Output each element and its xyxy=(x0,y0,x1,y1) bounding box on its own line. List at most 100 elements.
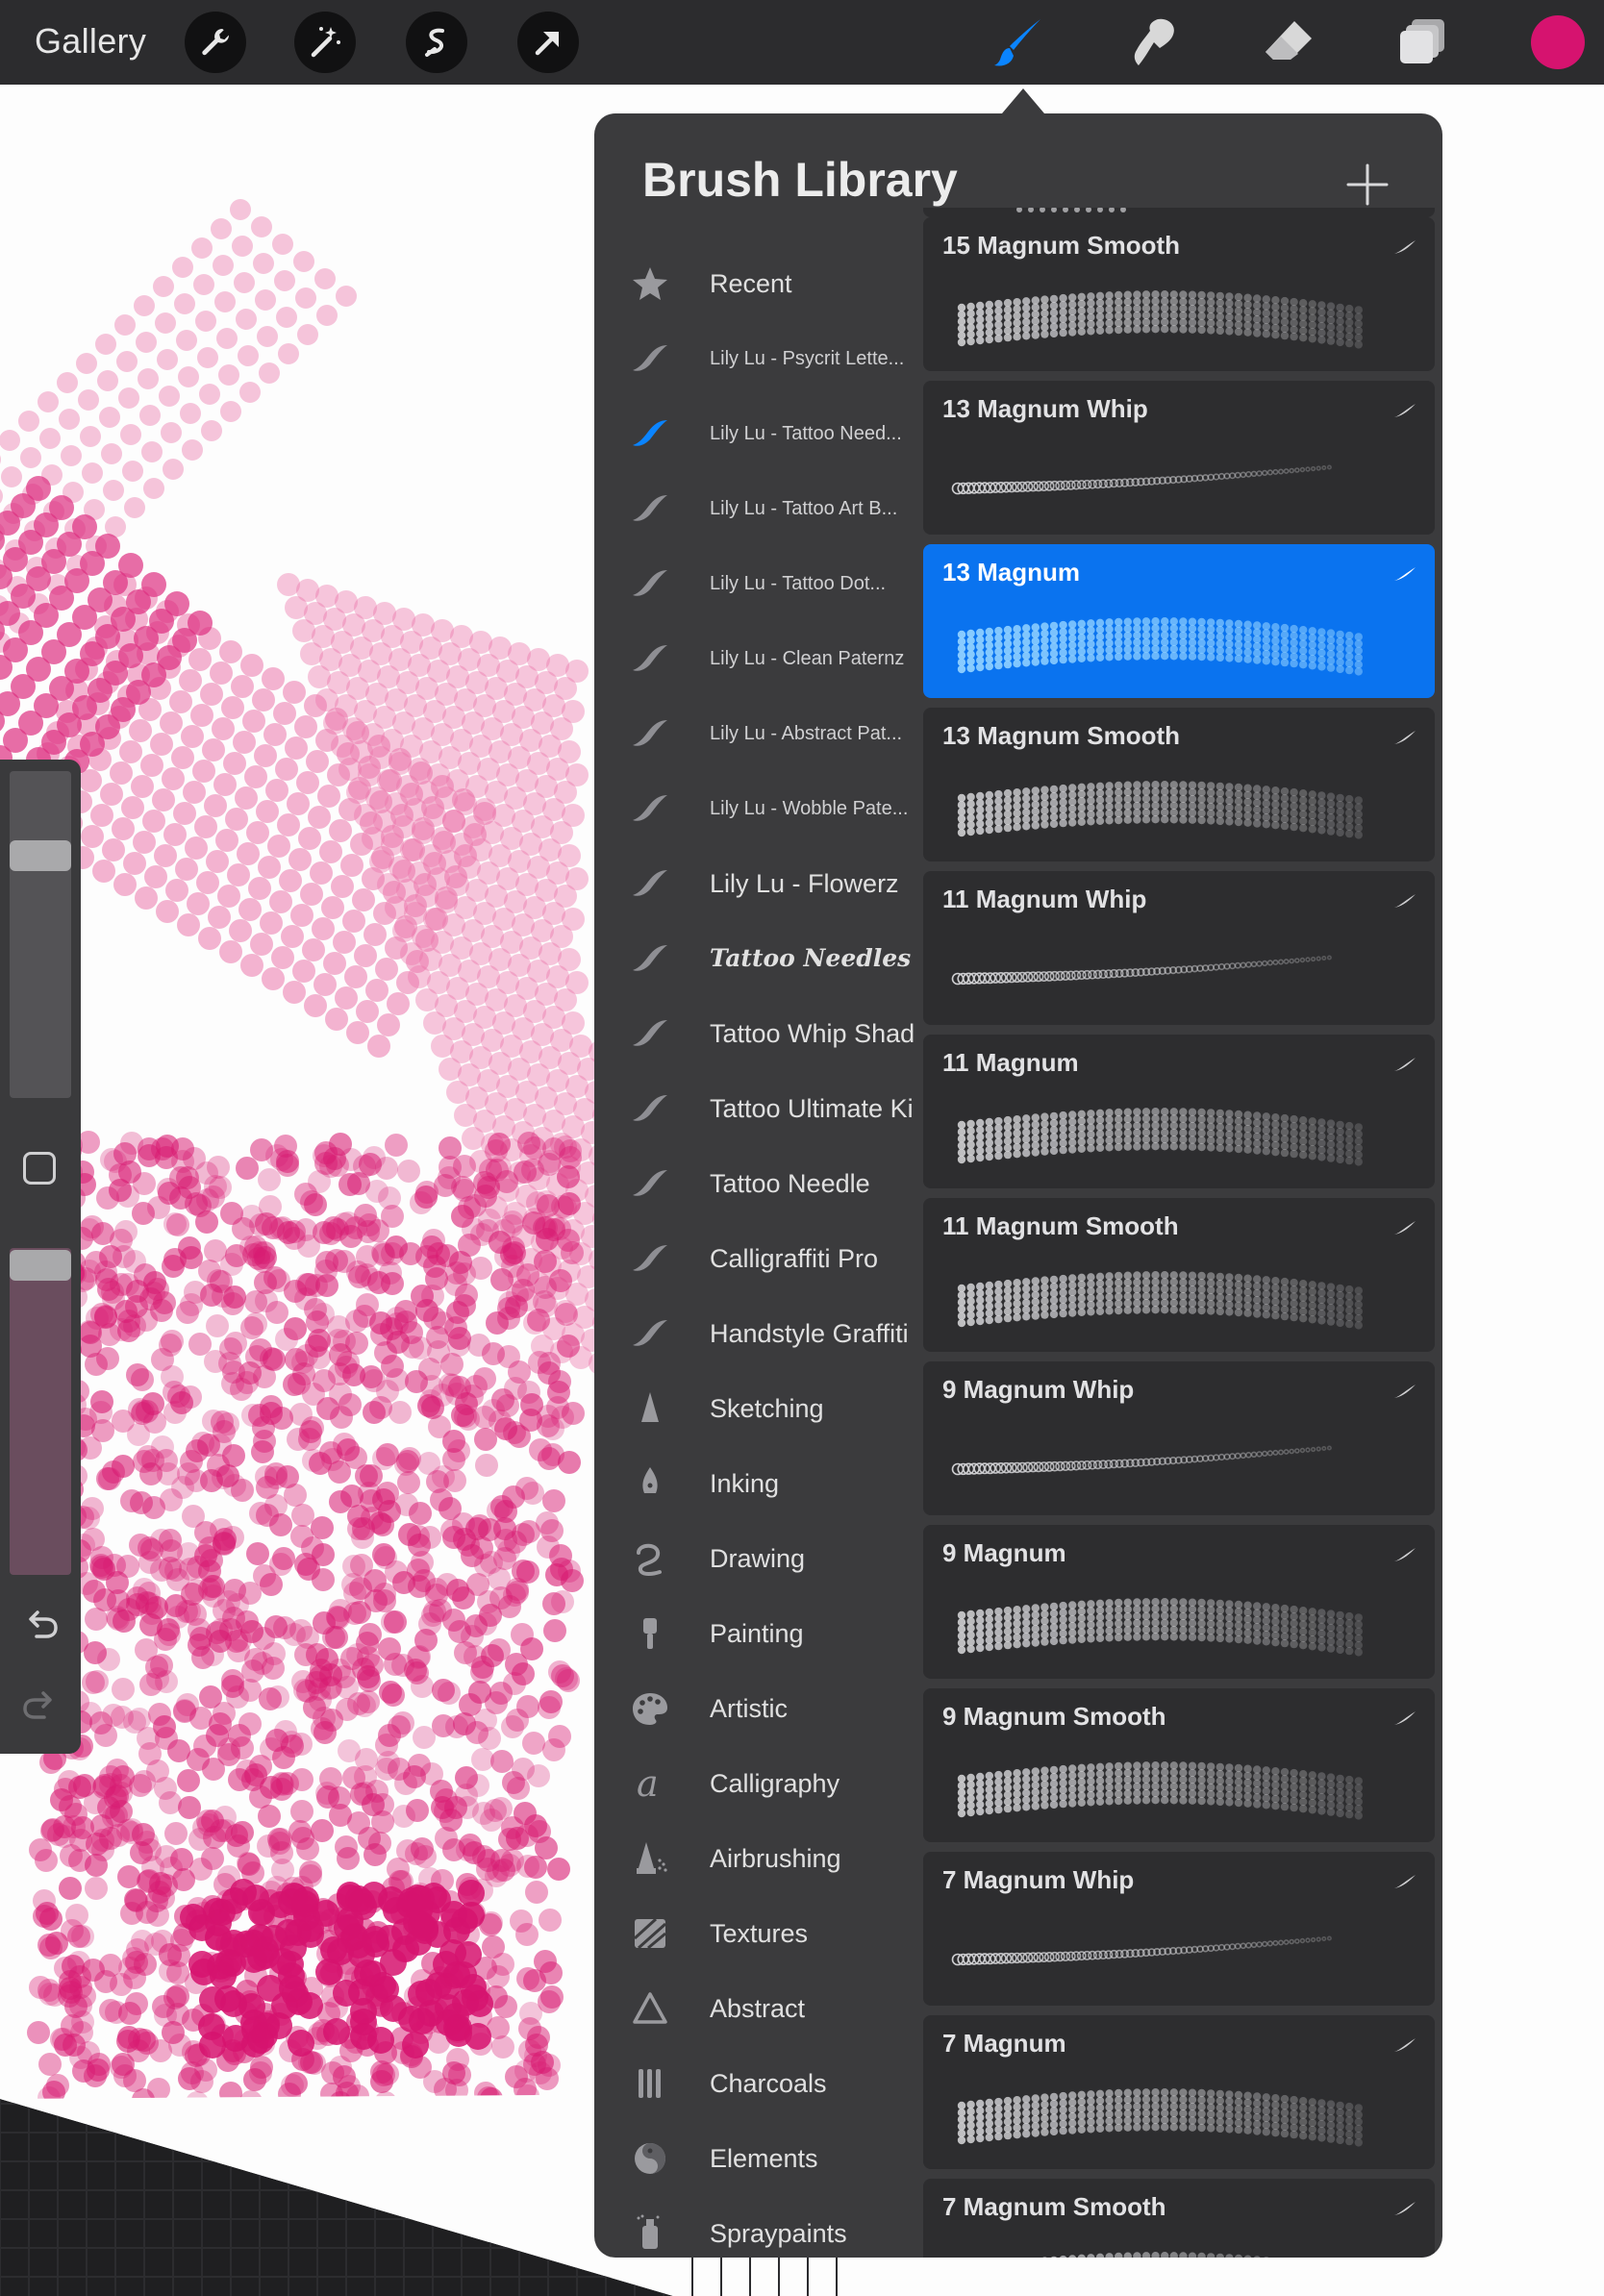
brush-set-label: Abstract xyxy=(710,1994,806,2023)
brush-card[interactable]: 9 Magnum xyxy=(923,1525,1435,1679)
brush-set-item[interactable]: Inking xyxy=(594,1446,917,1521)
brush-size-handle[interactable] xyxy=(10,840,71,871)
brush-set-item[interactable]: Lily Lu - Tattoo Dot... xyxy=(594,546,917,621)
add-brush-set-icon[interactable] xyxy=(1341,158,1394,212)
brush-list[interactable]: 15 Magnum Smooth 13 Magnum Whip 13 Magnum 1… xyxy=(923,208,1435,2258)
selection-button[interactable] xyxy=(406,12,467,73)
palette-icon xyxy=(629,1689,671,1728)
brush-card[interactable]: 15 Magnum Smooth xyxy=(923,217,1435,371)
brush-set-item[interactable]: Artistic xyxy=(594,1671,917,1746)
color-picker-button[interactable] xyxy=(1531,15,1585,69)
gallery-button[interactable]: Gallery xyxy=(35,21,146,62)
brush-name: 7 Magnum Whip xyxy=(942,1865,1135,1894)
brush-set-item[interactable]: Lily Lu - Wobble Pate... xyxy=(594,771,917,846)
brush-size-slider[interactable] xyxy=(10,771,71,1098)
brush-card[interactable]: 11 Magnum Whip xyxy=(923,871,1435,1025)
brush-set-item[interactable]: Spraypaints xyxy=(594,2196,917,2258)
brush-stroke-preview xyxy=(957,290,1363,349)
brush-stroke-mini-icon xyxy=(1394,1058,1416,1071)
layers-button[interactable] xyxy=(1392,12,1454,73)
brush-card[interactable]: 13 Magnum xyxy=(923,544,1435,698)
brush-set-label: Calligraphy xyxy=(710,1769,840,1798)
brush-set-label: Recent xyxy=(710,269,792,298)
brush-stroke-mini-icon xyxy=(1394,240,1416,254)
brush-card[interactable]: 7 Magnum Smooth xyxy=(923,2179,1435,2258)
brush-set-label: Painting xyxy=(710,1619,804,1648)
brush-card[interactable]: 9 Magnum Whip xyxy=(923,1361,1435,1515)
brush-set-item[interactable]: Lily Lu - Abstract Pat... xyxy=(594,696,917,771)
brush-set-item[interactable]: Lily Lu - Clean Paternz xyxy=(594,621,917,696)
brush-set-item[interactable]: Handstyle Graffiti xyxy=(594,1296,917,1371)
brush-card[interactable]: 7 Magnum Whip xyxy=(923,1852,1435,2006)
brush-set-item[interactable]: Sketching xyxy=(594,1371,917,1446)
brush-stroke-preview xyxy=(1042,2252,1269,2258)
brush-name: 13 Magnum xyxy=(942,558,1081,586)
brush-name: 13 Magnum Smooth xyxy=(942,721,1181,750)
brush-set-item[interactable]: Recent xyxy=(594,246,917,321)
modify-button[interactable] xyxy=(23,1152,56,1185)
brush-set-item[interactable]: Tattoo Needle xyxy=(594,1146,917,1221)
brush-stroke-icon xyxy=(629,789,671,828)
brush-card[interactable]: 11 Magnum Smooth xyxy=(923,1198,1435,1352)
opacity-slider[interactable] xyxy=(10,1248,71,1575)
brush-library-panel: Brush Library Recent Lily Lu - Psycrit Le… xyxy=(594,113,1442,2258)
brush-name: 9 Magnum Whip xyxy=(942,1375,1135,1404)
brush-set-item[interactable]: Tattoo Needles xyxy=(594,921,917,996)
brush-set-item[interactable]: Tattoo Whip Shade xyxy=(594,996,917,1071)
brush-set-label: Drawing xyxy=(710,1544,806,1573)
brush-card-partial[interactable] xyxy=(923,208,1435,217)
brush-set-item[interactable]: Painting xyxy=(594,1596,917,1671)
spray-can-icon xyxy=(629,2214,671,2253)
brush-set-label: Tattoo Whip Shade xyxy=(710,1019,914,1048)
magic-wand-icon xyxy=(311,27,340,58)
brush-set-item[interactable]: Calligraffiti Pro xyxy=(594,1221,917,1296)
brush-stroke-mini-icon xyxy=(1394,2038,1416,2052)
brush-name: 9 Magnum xyxy=(942,1538,1066,1567)
brush-stroke-mini-icon xyxy=(1394,2202,1416,2215)
brush-set-item[interactable]: Airbrushing xyxy=(594,1821,917,1896)
transform-button[interactable] xyxy=(517,12,579,73)
brush-set-label: Spraypaints xyxy=(710,2219,847,2248)
brush-set-label: Handstyle Graffiti xyxy=(710,1319,909,1348)
brush-stroke-mini-icon xyxy=(1394,894,1416,908)
brush-card[interactable]: 11 Magnum xyxy=(923,1035,1435,1188)
brush-card[interactable]: 13 Magnum Smooth xyxy=(923,708,1435,861)
brush-set-item[interactable]: Lily Lu - Tattoo Need... xyxy=(594,396,917,471)
brush-set-item[interactable]: Lily Lu - Tattoo Art B... xyxy=(594,471,917,546)
brush-set-item[interactable]: Charcoals xyxy=(594,2046,917,2121)
brush-set-label: Charcoals xyxy=(710,2069,827,2098)
brush-tool-button[interactable] xyxy=(989,12,1050,73)
opacity-handle[interactable] xyxy=(10,1250,71,1281)
brush-set-item[interactable]: a Calligraphy xyxy=(594,1746,917,1821)
brush-card[interactable]: 9 Magnum Smooth xyxy=(923,1688,1435,1842)
brush-set-item[interactable]: Textures xyxy=(594,1896,917,1971)
brush-set-list[interactable]: Recent Lily Lu - Psycrit Lette... Lily Lu … xyxy=(594,246,917,2258)
brush-name: 11 Magnum Smooth xyxy=(942,1211,1179,1240)
brush-name: 11 Magnum xyxy=(942,1048,1079,1077)
brush-card[interactable]: 13 Magnum Whip xyxy=(923,381,1435,535)
side-toolbar xyxy=(0,760,81,1754)
brush-set-item[interactable]: Lily Lu - Psycrit Lette... xyxy=(594,321,917,396)
adjustments-button[interactable] xyxy=(294,12,356,73)
brush-set-item[interactable]: Drawing xyxy=(594,1521,917,1596)
transform-arrow-icon xyxy=(535,32,559,56)
brush-set-item[interactable]: Abstract xyxy=(594,1971,917,2046)
actions-button[interactable] xyxy=(185,12,246,73)
brush-stroke-icon xyxy=(629,1314,671,1353)
eraser-tool-button[interactable] xyxy=(1258,12,1319,73)
yin-yang-icon xyxy=(629,2139,671,2178)
smudge-tool-button[interactable] xyxy=(1123,12,1185,73)
star-icon xyxy=(629,264,671,303)
brush-set-item[interactable]: Tattoo Ultimate Kit xyxy=(594,1071,917,1146)
brush-set-label: Textures xyxy=(710,1919,809,1948)
brush-name: 7 Magnum xyxy=(942,2029,1066,2058)
undo-icon[interactable] xyxy=(23,1606,60,1642)
redo-icon[interactable] xyxy=(21,1686,58,1723)
brush-set-label: Lily Lu - Tattoo Dot... xyxy=(710,573,887,594)
brush-set-item[interactable]: Elements xyxy=(594,2121,917,2196)
brush-set-item[interactable]: Lily Lu - Flowerz xyxy=(594,846,917,921)
brush-stroke-icon xyxy=(629,564,671,603)
brush-set-label: Sketching xyxy=(710,1394,824,1423)
brush-card[interactable]: 7 Magnum xyxy=(923,2015,1435,2169)
brush-set-label: Tattoo Ultimate Kit xyxy=(710,1094,914,1123)
